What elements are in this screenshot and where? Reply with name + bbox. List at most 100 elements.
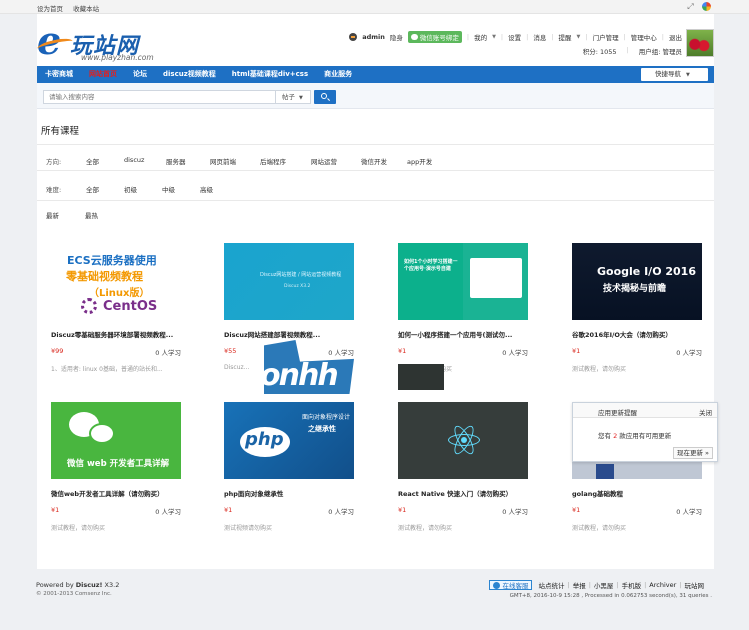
course-thumbnail[interactable]: Discuz网站搭建 / 网站运营视频教程 Discuz X3.2 (224, 243, 354, 320)
footer-gmt: GMT+8, 2016-10-9 15:28 , Processed in 0.… (509, 593, 712, 599)
site-header: e 玩站网 www.playzhan.com admin 隐身 微信账号绑定 |… (36, 14, 714, 66)
menu-reminders[interactable]: 提醒 (559, 32, 572, 42)
course-card[interactable]: php 面向对象程序设计 之继承性 php面向对象继承性 ¥1 0 人学习 测试… (224, 402, 354, 532)
course-price: ¥1 (572, 506, 581, 514)
thumb-panel (470, 258, 522, 298)
footer-links: 在线客服 站点统计 | 举报 | 小黑屋 | 手机版 | Archiver | 玩站网 (489, 580, 704, 590)
course-learners: 0 人学习 (502, 349, 528, 357)
course-thumbnail[interactable]: 微信 web 开发者工具详解 (51, 402, 181, 479)
menu-logout[interactable]: 退出 (669, 32, 682, 42)
filter-option[interactable]: 后端程序 (260, 156, 311, 166)
nav-item-discuz-video[interactable]: discuz视频教程 (155, 66, 224, 83)
app-color-icon[interactable] (702, 2, 711, 11)
course-card[interactable]: ECS云服务器使用 零基础视频教程 （Linux版） CentOS Discuz… (51, 243, 181, 373)
filter-option[interactable]: 全部 (86, 156, 124, 166)
nav-item-home[interactable]: 网站首页 (81, 66, 125, 83)
course-card[interactable]: React Native 快速入门（请勿购买） ¥1 0 人学习 测试教程，请勿… (398, 402, 528, 532)
browser-top-bar: 设为首页 收藏本站 ⤢ (0, 0, 749, 14)
nav-item-html-course[interactable]: html基础课程div+css (224, 66, 316, 83)
powered-brand[interactable]: Discuz! (76, 581, 103, 589)
filter-direction-label: 方向: (46, 158, 62, 166)
site-logo[interactable]: e 玩站网 www.playzhan.com (36, 22, 167, 64)
filter-option[interactable]: 服务器 (166, 156, 210, 166)
search-type-select[interactable]: 帖子 ▼ (276, 90, 311, 104)
popup-msg-text: 款应用有可用更新 (617, 432, 672, 440)
footer-link-stats[interactable]: 站点统计 (538, 580, 564, 590)
menu-portal-admin[interactable]: 门户管理 (593, 32, 619, 42)
chat-icon (493, 581, 501, 589)
centos-logo-icon (81, 298, 97, 314)
thumb-text: 零基础视频教程 (66, 270, 143, 283)
wechat-bind-button[interactable]: 微信账号绑定 (407, 31, 462, 43)
course-thumbnail[interactable]: 如何1个小时学习搭建一个应用号·演示号自建 (398, 243, 528, 320)
course-title[interactable]: 谷歌2016年I/O大会（请勿购买） (572, 329, 702, 339)
thumb-text: Discuz网站搭建 / 网站运营视频教程 (260, 272, 342, 278)
bookmark-link[interactable]: 收藏本站 (73, 5, 99, 13)
footer-link-mobile[interactable]: 手机版 (622, 580, 642, 590)
sort-newest[interactable]: 最新 (46, 210, 59, 220)
course-title[interactable]: 如何一小程序搭建一个应用号(测试勿... (398, 329, 528, 339)
expand-icon[interactable]: ⤢ (686, 2, 695, 11)
filter-option[interactable]: 网页前端 (210, 156, 260, 166)
filter-option[interactable]: 全部 (86, 184, 124, 194)
popup-close-button[interactable]: 关闭 (699, 407, 712, 417)
course-title[interactable]: php面向对象继承性 (224, 488, 354, 498)
filter-option[interactable]: 中级 (162, 184, 200, 194)
thumb-text: Google I/O 2016 (597, 265, 696, 278)
thumb-text: ECS云服务器使用 (67, 254, 157, 267)
wechat-bubble-icon (89, 423, 115, 444)
thumb-text: 微信 web 开发者工具详解 (67, 459, 170, 469)
footer-link-archiver[interactable]: Archiver (649, 581, 676, 589)
powered-by: Powered by Discuz! X3.2 (36, 581, 119, 589)
course-thumbnail[interactable]: php 面向对象程序设计 之继承性 (224, 402, 354, 479)
nav-item-business[interactable]: 商业服务 (316, 66, 360, 83)
menu-admin-center[interactable]: 管理中心 (631, 32, 657, 42)
course-title[interactable]: Discuz网站搭建部署视频教程... (224, 329, 354, 339)
course-card[interactable]: Google I/O 2016 技术揭秘与前瞻 谷歌2016年I/O大会（请勿购… (572, 243, 702, 373)
menu-messages[interactable]: 消息 (533, 32, 546, 42)
course-thumbnail[interactable]: Google I/O 2016 技术揭秘与前瞻 (572, 243, 702, 320)
course-title[interactable]: golang基础教程 (572, 488, 702, 498)
quick-nav-button[interactable]: 快捷导航 ▼ (641, 68, 708, 81)
user-points[interactable]: 积分: 1055 (583, 46, 617, 56)
main-nav: 卡密商城 网站首页 论坛 discuz视频教程 html基础课程div+css … (37, 66, 714, 83)
nav-item-card-shop[interactable]: 卡密商城 (37, 66, 81, 83)
set-homepage-link[interactable]: 设为首页 (37, 5, 63, 13)
menu-settings[interactable]: 设置 (508, 32, 521, 42)
search-input[interactable] (43, 90, 276, 104)
course-title[interactable]: Discuz零基础服务器环境部署视频教程... (51, 329, 181, 339)
filter-option[interactable]: 网站运营 (311, 156, 361, 166)
course-price: ¥1 (398, 506, 407, 514)
search-button[interactable] (314, 90, 336, 104)
footer-link-blackroom[interactable]: 小黑屋 (594, 580, 614, 590)
avatar[interactable] (686, 29, 714, 57)
course-learners: 0 人学习 (328, 349, 354, 357)
menu-my[interactable]: 我的 (474, 32, 487, 42)
chevron-down-icon: ▼ (492, 34, 496, 40)
course-thumbnail[interactable] (398, 402, 528, 479)
online-service-button[interactable]: 在线客服 (489, 580, 533, 590)
filter-option[interactable]: 微信开发 (361, 156, 407, 166)
nav-item-forum[interactable]: 论坛 (125, 66, 155, 83)
username[interactable]: admin (362, 33, 385, 41)
thumb-band (398, 243, 463, 320)
filter-option[interactable]: app开发 (407, 156, 432, 166)
course-card[interactable]: 如何1个小时学习搭建一个应用号·演示号自建 如何一小程序搭建一个应用号(测试勿.… (398, 243, 528, 373)
course-card[interactable]: 微信 web 开发者工具详解 微信web开发者工具详解（请勿购买） ¥1 0 人… (51, 402, 181, 532)
update-now-button[interactable]: 现在更新 » (673, 447, 713, 459)
course-title[interactable]: React Native 快速入门（请勿购买） (398, 488, 528, 498)
course-title[interactable]: 微信web开发者工具详解（请勿购买） (51, 488, 181, 498)
filter-option[interactable]: 初级 (124, 184, 162, 194)
sort-hottest[interactable]: 最热 (85, 210, 98, 220)
footer-link-site[interactable]: 玩站网 (685, 580, 705, 590)
powered-version: X3.2 (102, 581, 120, 589)
popup-title: 应用更新提醒 (598, 409, 637, 417)
invisible-status[interactable]: 隐身 (390, 32, 403, 42)
user-group[interactable]: 用户组: 管理员 (639, 46, 682, 56)
footer-link-report[interactable]: 举报 (573, 580, 586, 590)
course-desc: 测试教程，请勿购买 (398, 525, 453, 532)
course-thumbnail[interactable]: ECS云服务器使用 零基础视频教程 （Linux版） CentOS (51, 243, 181, 320)
sort-tabs: 最新 最热 (46, 210, 124, 220)
filter-option[interactable]: discuz (124, 156, 166, 166)
filter-option[interactable]: 高级 (200, 184, 213, 194)
